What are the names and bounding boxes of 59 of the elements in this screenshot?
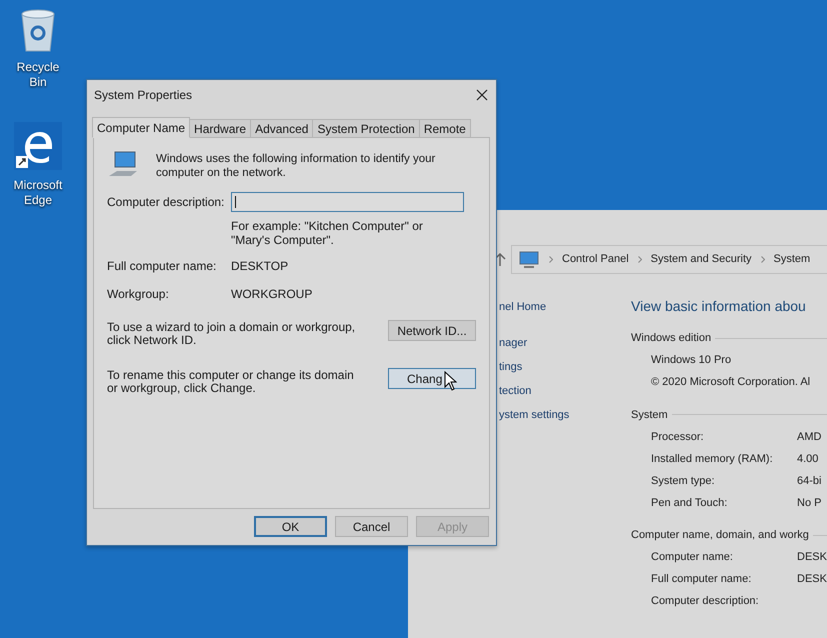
info-value: DESK bbox=[797, 550, 827, 566]
sidebar-link[interactable]: tection bbox=[499, 379, 631, 403]
tab[interactable]: Hardware bbox=[189, 119, 252, 138]
info-label: Full computer name: bbox=[651, 572, 752, 588]
section-title: Windows edition bbox=[631, 331, 712, 346]
chevron-icon bbox=[760, 256, 765, 263]
dialog-button[interactable]: OK bbox=[254, 516, 327, 537]
browser-icon bbox=[14, 122, 62, 170]
instruction-text: To rename this computer or change its domain or workgroup, click Change. bbox=[107, 369, 355, 395]
field-value: DESKTOP bbox=[231, 258, 288, 275]
breadcrumb-item[interactable]: System and Security bbox=[650, 251, 752, 268]
intro-text: Windows uses the following information to identify your computer on the network. bbox=[156, 152, 436, 180]
tab[interactable]: Computer Name bbox=[92, 117, 190, 138]
sidebar-link[interactable]: ystem settings bbox=[499, 403, 631, 427]
breadcrumb-item[interactable]: System bbox=[774, 251, 810, 268]
computer-icon bbox=[518, 250, 540, 268]
info-value: Windows 10 Pro bbox=[651, 353, 732, 368]
sidebar-link[interactable]: nager bbox=[499, 331, 631, 355]
up-arrow-icon[interactable] bbox=[494, 252, 506, 266]
dialog-button[interactable]: Cancel bbox=[335, 516, 408, 537]
info-label: Pen and Touch: bbox=[651, 496, 728, 511]
action-button[interactable]: Chang bbox=[388, 368, 476, 389]
address-bar[interactable]: Control Panel System and Security System bbox=[511, 245, 827, 274]
info-value: 4.00 bbox=[797, 452, 818, 467]
info-value: © 2020 Microsoft Corporation. Al bbox=[651, 375, 810, 390]
info-label: Processor: bbox=[651, 430, 705, 445]
page-heading: View basic information abou bbox=[631, 297, 807, 316]
mouse-cursor-icon bbox=[444, 371, 457, 391]
field-label: Workgroup: bbox=[107, 286, 170, 303]
breadcrumb-item[interactable]: Control Panel bbox=[562, 251, 629, 268]
info-value: No P bbox=[797, 496, 822, 511]
info-label: Computer description: bbox=[651, 594, 760, 610]
info-value: DESK bbox=[797, 572, 827, 588]
desktop-icon-label[interactable]: Microsoft Edge bbox=[8, 178, 68, 208]
desktop-icon-label[interactable]: Recycle Bin bbox=[8, 60, 68, 90]
info-label: Computer name: bbox=[651, 550, 734, 566]
section-title: Computer name, domain, and workg bbox=[631, 528, 809, 543]
field-value: WORKGROUP bbox=[231, 286, 312, 303]
info-value: AMD bbox=[797, 430, 822, 445]
info-label: System type: bbox=[651, 474, 716, 489]
sidebar-link[interactable]: nel Home bbox=[499, 295, 631, 319]
field-label: Full computer name: bbox=[107, 258, 218, 275]
recycle-bin-icon bbox=[19, 8, 57, 52]
chevron-icon bbox=[638, 256, 642, 263]
tab[interactable]: Advanced bbox=[250, 119, 314, 138]
dialog-title: System Properties bbox=[94, 87, 192, 104]
tab[interactable]: System Protection bbox=[312, 119, 420, 138]
chevron-icon bbox=[549, 256, 553, 263]
close-icon[interactable] bbox=[476, 89, 488, 101]
field-label: Computer description: bbox=[107, 194, 226, 211]
instruction-text: To use a wizard to join a domain or workgroup, click Network ID. bbox=[107, 321, 356, 347]
info-label: Installed memory (RAM): bbox=[651, 452, 774, 467]
tab[interactable]: Remote bbox=[418, 119, 471, 138]
section-title: System bbox=[631, 408, 668, 422]
hint-text: For example: "Kitchen Computer" or "Mary's Computer". bbox=[231, 219, 424, 247]
info-value: 64-bi bbox=[797, 474, 822, 489]
action-button[interactable]: Network ID... bbox=[388, 320, 476, 341]
sidebar-link[interactable]: tings bbox=[499, 355, 631, 379]
description-input[interactable] bbox=[231, 192, 464, 212]
